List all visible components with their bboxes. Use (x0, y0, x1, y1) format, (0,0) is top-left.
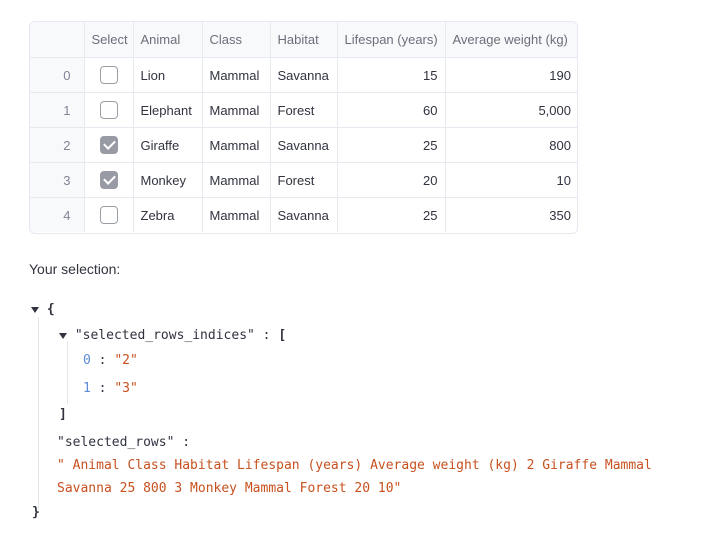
checked-checkbox[interactable] (99, 136, 118, 154)
cell-animal[interactable]: Elephant (133, 92, 203, 128)
row-index: 1 (30, 92, 85, 128)
table-row: 0 Lion Mammal Savanna 15 190 (30, 57, 577, 93)
unchecked-checkbox[interactable] (99, 101, 118, 119)
cell-weight[interactable]: 10 (445, 162, 577, 198)
cell-lifespan[interactable]: 20 (337, 162, 446, 198)
json-array-value: "3" (114, 381, 138, 396)
collapse-toggle-icon[interactable] (31, 306, 39, 313)
data-editor-grid[interactable]: Select Animal Class Habitat Lifespan (ye… (29, 21, 578, 234)
row-index: 4 (30, 197, 85, 232)
cell-class[interactable]: Mammal (202, 127, 271, 163)
row-index: 0 (30, 57, 85, 93)
header-row: Select Animal Class Habitat Lifespan (ye… (30, 22, 577, 58)
table-row: 1 Elephant Mammal Forest 60 5,000 (30, 92, 577, 128)
table-row: 4 Zebra Mammal Savanna 25 350 (30, 197, 577, 233)
json-colon: : (98, 353, 107, 368)
json-key-rows: "selected_rows" (57, 435, 175, 450)
json-open-bracket: [ (278, 328, 287, 343)
cell-weight[interactable]: 5,000 (445, 92, 577, 128)
select-checkbox-cell (84, 197, 134, 232)
json-close-brace: } (32, 505, 40, 520)
cell-weight[interactable]: 350 (445, 198, 577, 233)
json-rows-value-line: " Animal Class Habitat Lifespan (years) … (57, 458, 652, 473)
cell-class[interactable]: Mammal (202, 162, 271, 198)
header-lifespan[interactable]: Lifespan (years) (337, 22, 446, 58)
json-colon: : (182, 435, 191, 450)
select-checkbox-cell (84, 57, 134, 93)
json-close-bracket: ] (59, 407, 67, 422)
cell-habitat[interactable]: Savanna (270, 197, 338, 232)
cell-weight[interactable]: 800 (445, 127, 577, 163)
cell-lifespan[interactable]: 60 (337, 92, 446, 128)
cell-animal[interactable]: Monkey (133, 162, 203, 198)
cell-class[interactable]: Mammal (202, 197, 271, 232)
json-array-value: "2" (114, 353, 138, 368)
unchecked-checkbox[interactable] (99, 206, 118, 224)
json-guide-line (67, 342, 68, 404)
json-array-index: 0 (83, 353, 91, 368)
cell-class[interactable]: Mammal (202, 57, 271, 93)
row-index: 2 (30, 127, 85, 163)
json-array-index: 1 (83, 381, 91, 396)
json-guide-line (38, 317, 39, 512)
cell-animal[interactable]: Lion (133, 57, 203, 93)
collapse-toggle-icon[interactable] (59, 332, 67, 339)
header-weight[interactable]: Average weight (kg) (445, 22, 577, 58)
header-index (30, 22, 85, 58)
select-checkbox-cell (84, 162, 134, 198)
cell-animal[interactable]: Giraffe (133, 127, 203, 163)
cell-lifespan[interactable]: 25 (337, 197, 446, 232)
select-checkbox-cell (84, 127, 134, 163)
json-colon: : (98, 381, 107, 396)
table-row: 2 Giraffe Mammal Savanna 25 800 (30, 127, 577, 163)
json-open-brace: { (46, 302, 55, 317)
cell-habitat[interactable]: Forest (270, 162, 338, 198)
cell-weight[interactable]: 190 (445, 57, 577, 93)
unchecked-checkbox[interactable] (99, 66, 118, 84)
cell-animal[interactable]: Zebra (133, 197, 203, 232)
selection-label: Your selection: (29, 261, 121, 277)
cell-class[interactable]: Mammal (202, 92, 271, 128)
cell-lifespan[interactable]: 25 (337, 127, 446, 163)
header-habitat[interactable]: Habitat (270, 22, 338, 58)
cell-lifespan[interactable]: 15 (337, 57, 446, 93)
select-checkbox-cell (84, 92, 134, 128)
header-select[interactable]: Select (84, 22, 134, 58)
row-index: 3 (30, 162, 85, 198)
cell-habitat[interactable]: Savanna (270, 57, 338, 93)
checked-checkbox[interactable] (99, 171, 118, 189)
header-class[interactable]: Class (202, 22, 271, 58)
cell-habitat[interactable]: Forest (270, 92, 338, 128)
json-colon: : (262, 328, 271, 343)
header-animal[interactable]: Animal (133, 22, 203, 58)
cell-habitat[interactable]: Savanna (270, 127, 338, 163)
json-rows-value-line: Savanna 25 800 3 Monkey Mammal Forest 20… (57, 481, 402, 496)
json-key-indices: "selected_rows_indices" (74, 328, 255, 343)
animals-table: Select Animal Class Habitat Lifespan (ye… (30, 22, 577, 233)
table-row: 3 Monkey Mammal Forest 20 10 (30, 162, 577, 198)
